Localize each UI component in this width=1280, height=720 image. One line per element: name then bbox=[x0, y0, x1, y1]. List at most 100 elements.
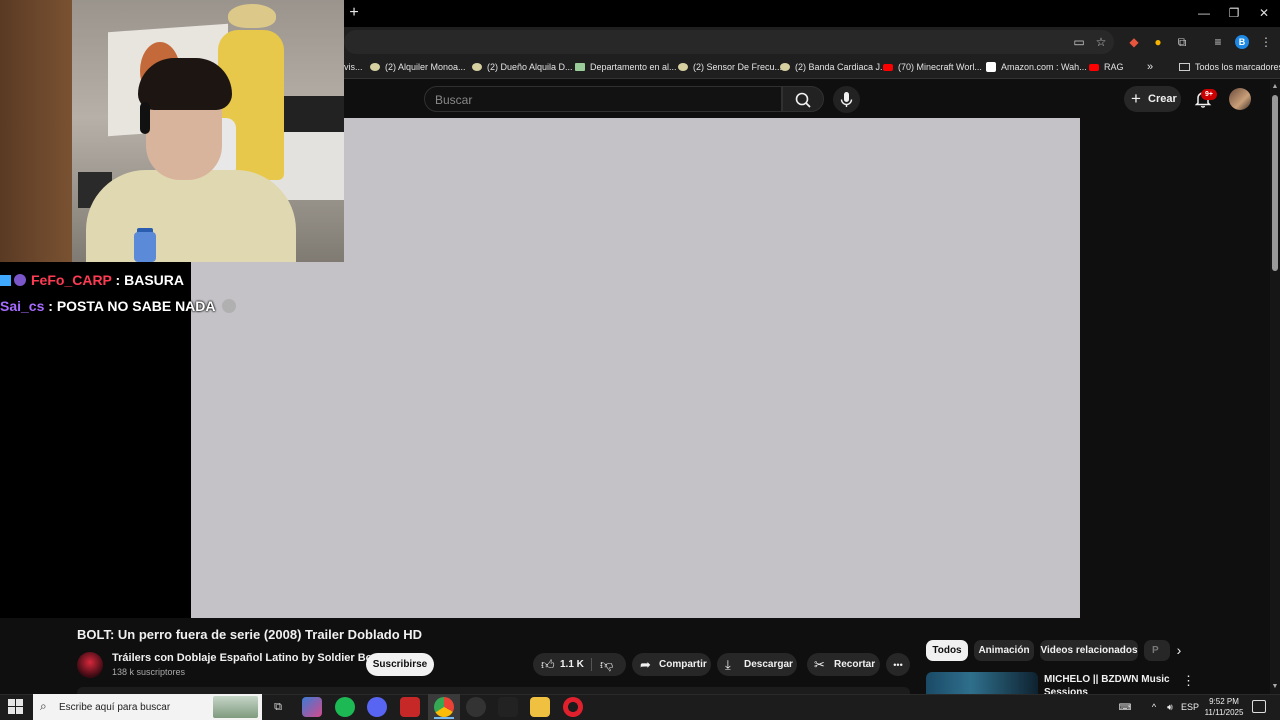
bookmark-item[interactable]: vis... bbox=[344, 60, 363, 74]
voice-search-button[interactable] bbox=[833, 86, 860, 113]
youtube-icon bbox=[883, 64, 893, 71]
star-icon[interactable]: ☆ bbox=[1092, 33, 1110, 51]
menu-icon[interactable]: ⋮ bbox=[1257, 33, 1275, 51]
bookmarks-overflow-button[interactable]: » bbox=[1147, 60, 1153, 74]
extension-icon[interactable]: ● bbox=[1149, 33, 1167, 51]
scroll-down-icon[interactable]: ▼ bbox=[1271, 683, 1279, 691]
bookmark-item[interactable]: (2) Alquiler Monoa... bbox=[370, 60, 466, 74]
webcam-overlay bbox=[0, 0, 344, 262]
account-avatar[interactable] bbox=[1229, 88, 1251, 110]
download-icon: ⤓ bbox=[725, 657, 731, 672]
file-explorer-icon[interactable] bbox=[530, 697, 550, 717]
bookmark-item[interactable]: Departamento en al... bbox=[575, 60, 677, 74]
bookmark-favicon-icon bbox=[472, 63, 482, 71]
chip-animation[interactable]: Animación bbox=[974, 640, 1034, 661]
search-input[interactable] bbox=[435, 92, 765, 108]
bookmark-item[interactable]: (2) Dueño Alquila D... bbox=[472, 60, 573, 74]
bookmark-favicon-icon bbox=[370, 63, 380, 71]
scrollbar-thumb[interactable] bbox=[1272, 95, 1278, 271]
chip-all[interactable]: Todos bbox=[926, 640, 968, 661]
subscriber-badge-icon bbox=[0, 275, 11, 286]
opera-icon[interactable] bbox=[563, 697, 583, 717]
amazon-icon bbox=[986, 62, 996, 72]
active-indicator bbox=[434, 717, 454, 719]
microphone-icon bbox=[840, 92, 853, 107]
cast-icon[interactable]: ▭ bbox=[1070, 33, 1088, 51]
search-box[interactable] bbox=[424, 86, 782, 112]
scroll-up-icon[interactable]: ▲ bbox=[1271, 83, 1279, 91]
clip-button[interactable]: ✂ Recortar bbox=[807, 653, 880, 676]
search-button[interactable] bbox=[782, 86, 824, 112]
folder-icon bbox=[1179, 63, 1190, 71]
obs-icon[interactable] bbox=[466, 697, 486, 717]
puzzle-icon[interactable]: ⧉ bbox=[1173, 33, 1191, 51]
discord-icon[interactable] bbox=[367, 697, 387, 717]
channel-avatar[interactable] bbox=[77, 652, 103, 678]
bookmark-item[interactable]: RAG bbox=[1089, 60, 1124, 74]
recommendation-thumbnail[interactable] bbox=[926, 672, 1038, 694]
restore-button[interactable]: ❐ bbox=[1219, 4, 1249, 22]
profile-icon[interactable]: B bbox=[1235, 35, 1249, 49]
download-button[interactable]: ⤓ Descargar bbox=[717, 653, 797, 676]
recommendation-title[interactable]: MICHELO || BZDWN Music Sessions bbox=[1044, 673, 1174, 694]
chevron-right-icon[interactable]: › bbox=[1170, 640, 1188, 661]
new-tab-button[interactable]: + bbox=[346, 5, 362, 21]
windows-start-icon[interactable] bbox=[8, 699, 24, 715]
bookmark-item[interactable]: (2) Sensor De Frecu... bbox=[678, 60, 782, 74]
close-window-button[interactable]: ✕ bbox=[1249, 4, 1279, 22]
more-actions-button[interactable]: ••• bbox=[886, 653, 910, 676]
youtube-icon bbox=[1089, 64, 1099, 71]
chrome-icon[interactable] bbox=[434, 697, 454, 717]
like-dislike-group: 👍︎ 1.1 K 👎︎ bbox=[533, 653, 626, 676]
tray-expand-icon[interactable]: ^ bbox=[1148, 697, 1160, 717]
badge-icon bbox=[14, 274, 26, 286]
media-icon[interactable]: ≡ bbox=[1209, 33, 1227, 51]
chip-partial[interactable]: P bbox=[1144, 640, 1170, 661]
share-icon: ➦ bbox=[640, 657, 651, 672]
plus-icon: + bbox=[1131, 89, 1141, 108]
scissors-icon: ✂ bbox=[814, 657, 825, 672]
bookmark-item[interactable]: Amazon.com : Wah... bbox=[986, 60, 1087, 74]
secondary-column bbox=[1080, 118, 1270, 618]
task-view-icon[interactable]: ⧉ bbox=[268, 697, 288, 717]
taskbar-search[interactable]: ⌕ bbox=[33, 694, 262, 720]
like-icon[interactable]: 👍︎ bbox=[541, 653, 555, 676]
spotify-icon[interactable] bbox=[335, 697, 355, 717]
all-bookmarks-folder[interactable]: Todos los marcadores bbox=[1179, 60, 1280, 74]
subscriber-count: 138 k suscriptores bbox=[112, 667, 186, 677]
search-icon: ⌕ bbox=[40, 699, 47, 713]
minimize-button[interactable]: — bbox=[1189, 4, 1219, 22]
notifications-badge: 9+ bbox=[1201, 89, 1217, 100]
subscribe-button[interactable]: Suscribirse bbox=[366, 653, 434, 676]
description-card[interactable] bbox=[77, 687, 910, 694]
chat-overlay bbox=[0, 262, 191, 618]
taskbar-clock[interactable]: 9:52 PM 11/11/2025 bbox=[1200, 696, 1248, 720]
kebab-menu-icon[interactable]: ⋮ bbox=[1182, 673, 1195, 689]
keyboard-icon[interactable]: ⌨ bbox=[1116, 697, 1134, 717]
voicemeeter-icon[interactable] bbox=[400, 697, 420, 717]
epic-games-icon[interactable] bbox=[498, 697, 518, 717]
chat-message: FeFo_CARP : BASURA bbox=[0, 271, 184, 289]
search-highlight-image bbox=[213, 696, 258, 718]
dislike-icon[interactable]: 👎︎ bbox=[600, 653, 613, 676]
bookmark-item[interactable]: (70) Minecraft Worl... bbox=[883, 60, 982, 74]
bookmark-item[interactable]: (2) Banda Cardiaca J... bbox=[780, 60, 888, 74]
language-indicator[interactable]: ESP bbox=[1180, 697, 1200, 717]
volume-icon[interactable]: 🔊︎ bbox=[1163, 697, 1177, 717]
extension-icon[interactable]: ◆ bbox=[1125, 33, 1143, 51]
search-icon bbox=[795, 92, 811, 108]
channel-name[interactable]: Tráilers con Doblaje Español Latino by S… bbox=[112, 652, 379, 666]
notification-center-icon[interactable] bbox=[1252, 700, 1266, 713]
bookmark-favicon-icon bbox=[780, 63, 790, 71]
create-button[interactable]: + Crear bbox=[1124, 86, 1181, 112]
taskbar-search-input[interactable] bbox=[59, 699, 219, 715]
emote-icon bbox=[221, 299, 236, 313]
chat-message: Sai_cs : POSTA NO SABE NADA bbox=[0, 297, 236, 315]
like-count[interactable]: 1.1 K bbox=[560, 653, 584, 676]
share-button[interactable]: ➦ Compartir bbox=[632, 653, 711, 676]
chip-related[interactable]: Videos relacionados bbox=[1040, 640, 1138, 661]
address-bar[interactable] bbox=[344, 30, 1114, 54]
copilot-icon[interactable] bbox=[302, 697, 322, 717]
like-divider bbox=[591, 658, 592, 671]
image-icon bbox=[575, 63, 585, 71]
